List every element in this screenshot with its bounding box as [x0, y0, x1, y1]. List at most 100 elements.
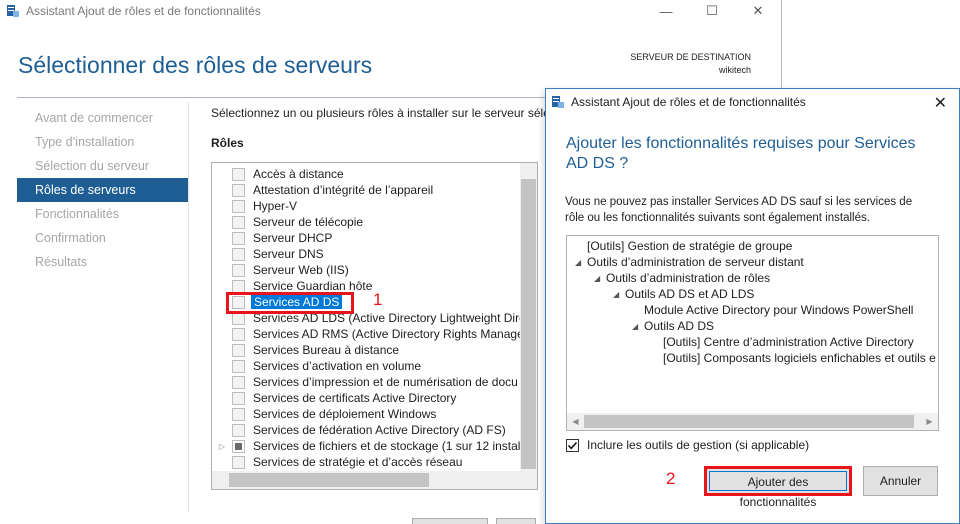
- destination-label: SERVEUR DE DESTINATION: [630, 52, 751, 62]
- role-checkbox[interactable]: [232, 199, 245, 213]
- role-item[interactable]: Accès à distance: [212, 166, 344, 182]
- scroll-thumb[interactable]: [521, 179, 536, 469]
- close-icon[interactable]: ✕: [735, 0, 781, 22]
- collapse-arrow-icon[interactable]: ◢: [594, 274, 606, 283]
- role-checkbox[interactable]: [232, 423, 245, 437]
- role-item[interactable]: Services d’impression et de numérisation…: [212, 374, 518, 390]
- role-item[interactable]: Hyper-V: [212, 198, 297, 214]
- scroll-thumb[interactable]: [584, 415, 914, 428]
- nav-item[interactable]: Avant de commencer: [17, 106, 188, 130]
- roles-horizontal-scrollbar[interactable]: [212, 471, 537, 489]
- roles-list[interactable]: Accès à distance Attestation d’intégrité …: [211, 162, 538, 490]
- role-label: Hyper-V: [253, 199, 298, 213]
- role-checkbox[interactable]: [232, 407, 245, 421]
- role-checkbox[interactable]: [232, 215, 245, 229]
- minimize-icon[interactable]: —: [643, 0, 689, 22]
- maximize-icon[interactable]: ☐: [689, 0, 735, 22]
- role-label: Services de déploiement Windows: [253, 407, 437, 421]
- feature-label: [Outils] Composants logiciels enfichable…: [663, 351, 936, 365]
- role-label: Services Bureau à distance: [253, 343, 400, 357]
- nav-divider: [188, 102, 189, 512]
- dialog-titlebar: Assistant Ajout de rôles et de fonctionn…: [546, 89, 959, 115]
- include-tools-label: Inclure les outils de gestion (si applic…: [587, 438, 810, 452]
- include-tools-checkbox[interactable]: [566, 438, 579, 452]
- window-controls: — ☐ ✕: [643, 0, 781, 22]
- step-number-1: 1: [373, 290, 383, 309]
- role-item[interactable]: Serveur DNS: [212, 246, 324, 262]
- role-item[interactable]: Services AD RMS (Active Directory Rights…: [212, 326, 528, 342]
- role-checkbox[interactable]: [232, 183, 245, 197]
- required-features-tree[interactable]: [Outils] Gestion de stratégie de groupe ◢…: [566, 235, 939, 431]
- nav-item[interactable]: Sélection du serveur: [17, 154, 188, 178]
- next-button[interactable]: [496, 518, 536, 524]
- role-checkbox[interactable]: [232, 167, 245, 181]
- instruction-text: Sélectionnez un ou plusieurs rôles à ins…: [211, 106, 551, 120]
- feature-tree-node[interactable]: ◢ Outils d’administration de rôles: [594, 270, 770, 286]
- role-checkbox[interactable]: [232, 359, 245, 373]
- feature-tree-node[interactable]: ◢ Outils AD DS et AD LDS: [613, 286, 754, 302]
- previous-button[interactable]: [412, 518, 488, 524]
- close-icon[interactable]: ✕: [934, 93, 947, 113]
- feature-label: Outils AD DS et AD LDS: [625, 287, 755, 301]
- roles-heading: Rôles: [211, 136, 244, 150]
- role-item[interactable]: Attestation d’intégrité de l’appareil: [212, 182, 433, 198]
- collapse-arrow-icon[interactable]: ◢: [632, 322, 644, 331]
- destination-server-name: wikitech: [718, 65, 751, 75]
- server-manager-icon: [7, 5, 19, 17]
- role-checkbox[interactable]: [232, 343, 245, 357]
- role-item[interactable]: Services Bureau à distance: [212, 342, 399, 358]
- role-checkbox[interactable]: [232, 391, 245, 405]
- role-item[interactable]: ▷ Services de fichiers et de stockage (1 …: [212, 438, 530, 454]
- nav-item[interactable]: Rôles de serveurs: [17, 178, 188, 202]
- main-titlebar: Assistant Ajout de rôles et de fonctionn…: [0, 0, 781, 22]
- collapse-arrow-icon[interactable]: ◢: [613, 290, 625, 299]
- include-tools-option[interactable]: Inclure les outils de gestion (si applic…: [566, 438, 809, 452]
- checkmark-icon: [567, 441, 578, 449]
- feature-tree-node[interactable]: [Outils] Composants logiciels enfichable…: [651, 350, 936, 366]
- roles-vertical-scrollbar[interactable]: [520, 163, 537, 471]
- nav-item[interactable]: Type d’installation: [17, 130, 188, 154]
- feature-label: Outils d’administration de rôles: [606, 271, 771, 285]
- dialog-message: Vous ne pouvez pas installer Services AD…: [565, 196, 913, 224]
- scroll-left-icon[interactable]: ◀: [567, 413, 584, 430]
- role-checkbox[interactable]: [232, 231, 245, 245]
- role-item[interactable]: Serveur de télécopie: [212, 214, 363, 230]
- add-features-button[interactable]: Ajouter des fonctionnalités: [704, 466, 852, 509]
- role-item[interactable]: Services de fédération Active Directory …: [212, 422, 506, 438]
- role-item[interactable]: Services d’activation en volume: [212, 358, 421, 374]
- role-label: Services d’impression et de numérisation…: [253, 375, 518, 389]
- role-label: Serveur Web (IIS): [253, 263, 349, 277]
- role-item[interactable]: Services de certificats Active Directory: [212, 390, 456, 406]
- scroll-thumb[interactable]: [229, 473, 429, 487]
- role-label: Accès à distance: [253, 167, 344, 181]
- collapse-arrow-icon[interactable]: ◢: [575, 258, 587, 267]
- nav-item[interactable]: Résultats: [17, 250, 188, 274]
- role-item[interactable]: Serveur DHCP: [212, 230, 332, 246]
- feature-tree-node[interactable]: ◢ Outils AD DS: [632, 318, 714, 334]
- role-item[interactable]: Serveur Web (IIS): [212, 262, 349, 278]
- role-label: Attestation d’intégrité de l’appareil: [253, 183, 434, 197]
- role-checkbox[interactable]: [232, 375, 245, 389]
- scroll-right-icon[interactable]: ▶: [921, 413, 938, 430]
- feature-label: Outils AD DS: [644, 319, 715, 333]
- role-checkbox[interactable]: [232, 455, 245, 469]
- role-checkbox[interactable]: [232, 279, 245, 293]
- feature-tree-node[interactable]: [Outils] Centre d’administration Active …: [651, 334, 914, 350]
- cancel-button[interactable]: Annuler: [863, 466, 938, 496]
- nav-item[interactable]: Confirmation: [17, 226, 188, 250]
- role-label: Services de certificats Active Directory: [253, 391, 457, 405]
- role-checkbox[interactable]: [232, 327, 245, 341]
- nav-item[interactable]: Fonctionnalités: [17, 202, 188, 226]
- dialog-heading: Ajouter les fonctionnalités requises pou…: [566, 135, 916, 172]
- feature-tree-node[interactable]: [Outils] Gestion de stratégie de groupe: [575, 238, 792, 254]
- feature-tree-node[interactable]: Module Active Directory pour Windows Pow…: [632, 302, 913, 318]
- role-checkbox[interactable]: [232, 247, 245, 261]
- role-checkbox[interactable]: [232, 439, 245, 453]
- feature-tree-node[interactable]: ◢ Outils d’administration de serveur dist…: [575, 254, 804, 270]
- role-label: Service Guardian hôte: [253, 279, 373, 293]
- features-horizontal-scrollbar[interactable]: ◀ ▶: [567, 413, 938, 430]
- role-item[interactable]: Services de stratégie et d’accès réseau: [212, 454, 462, 470]
- role-item[interactable]: Services de déploiement Windows: [212, 406, 436, 422]
- role-checkbox[interactable]: [232, 263, 245, 277]
- expand-arrow-icon[interactable]: ▷: [212, 442, 232, 451]
